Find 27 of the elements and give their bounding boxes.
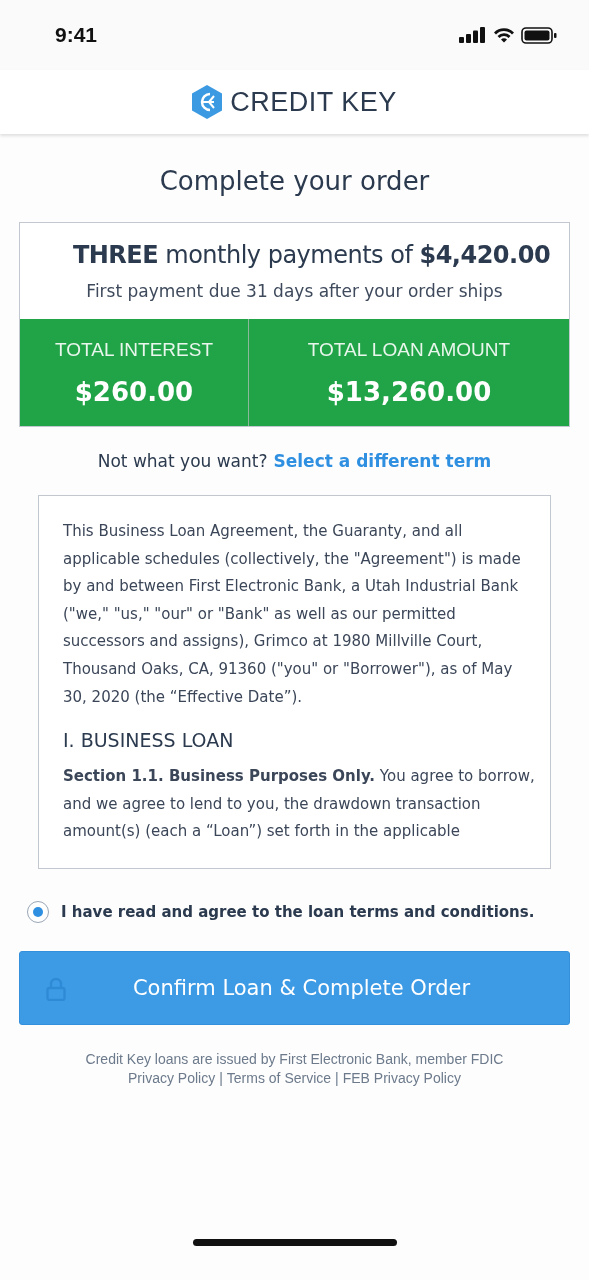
total-value: $13,260.00 <box>326 376 492 407</box>
footer-note: Credit Key loans are issued by First Electronic Bank, member FDIC <box>85 1051 504 1067</box>
link-separator: | <box>335 1070 339 1086</box>
signal-icon <box>459 27 487 43</box>
agreement-paragraph: Section 1.1. Business Purposes Only. You agree to borrow, and we agree to lend to you, the drawdown transaction amount(s) (each a “Loan”) set forth in the applicable <box>63 766 536 843</box>
agree-label: I have read and agree to the loan terms and conditions. <box>61 903 535 921</box>
payment-subline: First payment due 31 days after your order ships <box>86 281 503 301</box>
logo-wordmark: CREDIT KEY <box>230 86 397 118</box>
total-value: $260.00 <box>74 376 194 407</box>
section-heading: I. BUSINESS LOAN <box>63 729 235 752</box>
payment-headline: THREE monthly payments of $4,420.00 <box>71 241 551 269</box>
link-separator: | <box>219 1070 223 1086</box>
footer-link[interactable]: Privacy Policy <box>128 1070 216 1086</box>
page-title: Complete your order <box>159 166 430 196</box>
confirm-button[interactable]: Confirm Loan & Complete Order <box>19 951 570 1025</box>
total-label: TOTAL INTEREST <box>55 338 213 361</box>
battery-icon <box>521 26 557 44</box>
footer-link[interactable]: Terms of Service <box>226 1070 332 1086</box>
agree-radio[interactable] <box>27 901 49 923</box>
agreement-paragraph: This Business Loan Agreement, the Guaranty, and all applicable schedules (collectively, the "Agreement") is made by and between First Electronic Bank, a Utah Industrial Bank ("we," "us," "our" or "Bank" as well as our permitted successors and assigns), Grimco at 1980 Millville Court, Thousand Oaks, CA, 91360 ("you" or "Borrower"), as of May 30, 2020 (the “Effective Date”). <box>63 521 522 708</box>
select-term-link[interactable]: Select a different term <box>273 451 492 471</box>
wifi-icon <box>493 27 515 43</box>
footer-link[interactable]: FEB Privacy Policy <box>342 1070 461 1086</box>
change-prompt: Not what you want? <box>97 451 268 471</box>
total-label: TOTAL LOAN AMOUNT <box>307 338 511 361</box>
hexagon-logo-icon <box>192 85 223 119</box>
status-time: 9:41 <box>55 23 98 47</box>
